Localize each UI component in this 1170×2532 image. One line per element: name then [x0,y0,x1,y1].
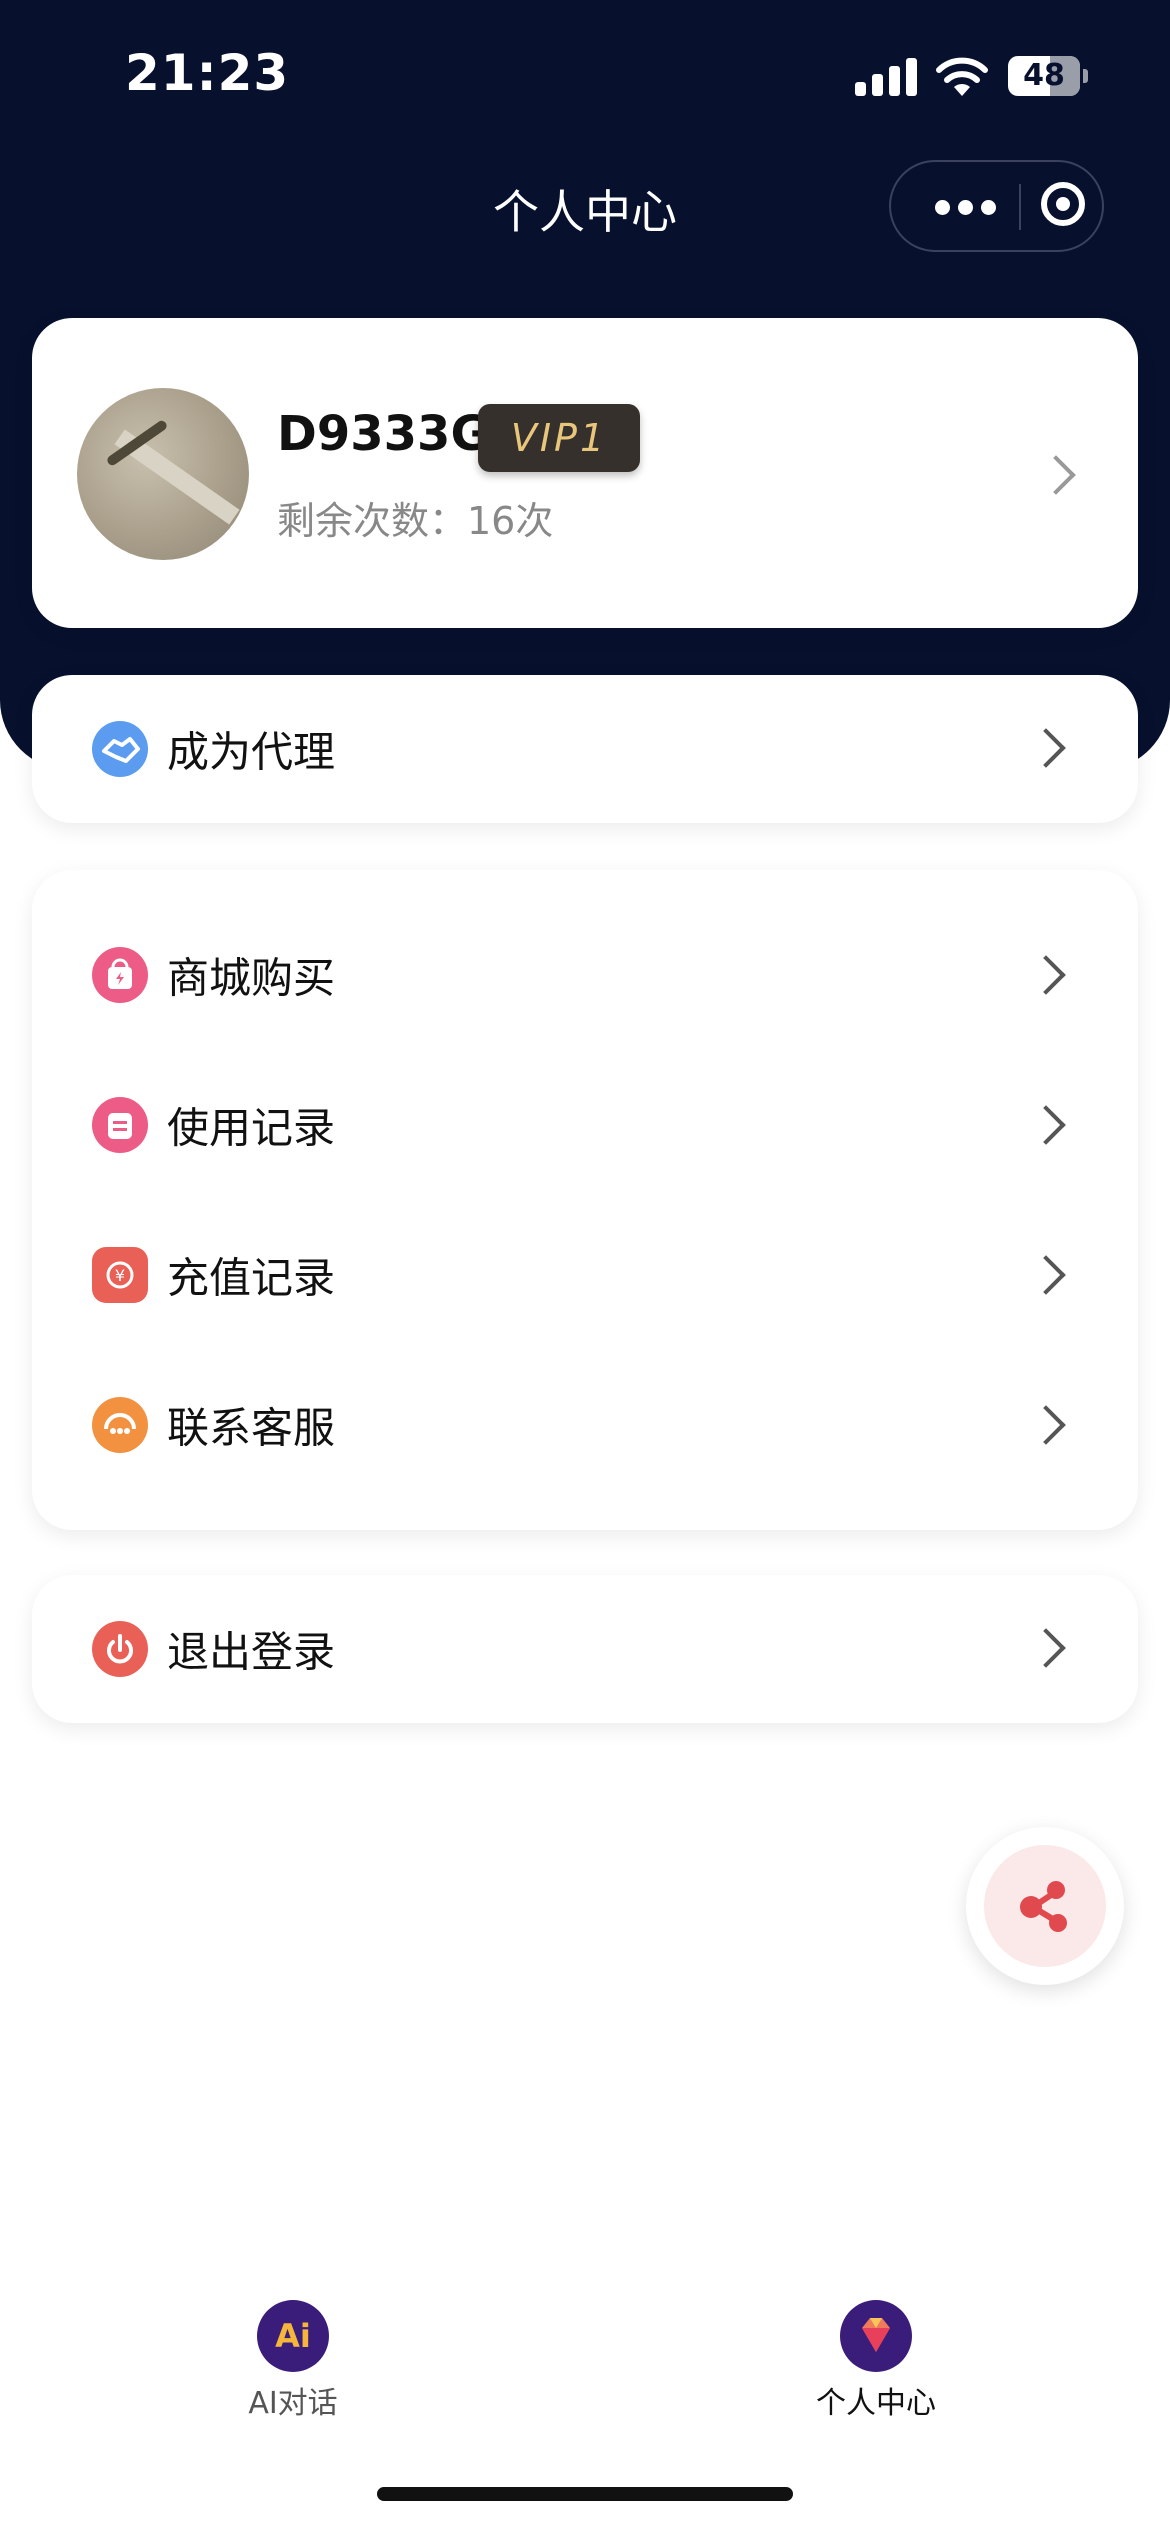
vip-badge: VIP1 [478,404,640,472]
chevron-right-icon [1026,955,1066,995]
menu-item-label: 充值记录 [167,1253,336,1303]
chevron-right-icon [1026,1628,1066,1668]
menu-card: 商城购买 使用记录 ¥ 充值记录 联系客服 [32,870,1138,1530]
yuan-refund-icon: ¥ [92,1247,148,1303]
avatar[interactable] [77,388,249,560]
svg-text:Ai: Ai [275,2317,311,2355]
status-time: 21:23 [125,44,290,102]
chevron-right-icon [1026,1255,1066,1295]
handshake-icon [92,721,148,777]
agent-card: 成为代理 [32,675,1138,823]
menu-item-label: 使用记录 [167,1103,336,1153]
profile-card[interactable]: D9333G VIP1 剩余次数：16次 [32,318,1138,628]
tab-label: AI对话 [248,2386,338,2421]
chevron-right-icon [1036,455,1076,495]
diamond-icon [840,2300,912,2372]
battery-level: 48 [1023,58,1065,93]
chevron-right-icon [1026,1405,1066,1445]
username: D9333G [277,406,490,462]
share-button[interactable] [966,1827,1124,1985]
share-icon [1020,1881,1067,1932]
miniprogram-capsule [889,160,1104,252]
menu-item-label: 联系客服 [167,1403,336,1453]
menu-item-label: 退出登录 [167,1627,336,1677]
tab-label: 个人中心 [816,2386,936,2421]
cellular-signal-icon [855,58,917,96]
menu-item-become-agent[interactable]: 成为代理 [32,675,1138,823]
menu-item-label: 商城购买 [167,953,336,1003]
chevron-right-icon [1026,728,1066,768]
tab-personal-center[interactable]: 个人中心 [766,2300,986,2422]
wifi-icon [935,54,989,98]
menu-item-recharge-record[interactable]: ¥ 充值记录 [32,1200,1138,1350]
menu-item-shop[interactable]: 商城购买 [32,900,1138,1050]
chevron-right-icon [1026,1105,1066,1145]
menu-item-customer-service[interactable]: 联系客服 [32,1350,1138,1500]
record-icon [92,1097,148,1153]
remaining-count: 剩余次数：16次 [277,499,554,543]
menu-item-label: 成为代理 [167,727,336,777]
logout-card: 退出登录 [32,1575,1138,1723]
power-icon [92,1621,148,1677]
headset-icon [92,1397,148,1453]
ai-chat-icon: Ai [257,2300,329,2372]
shopping-bag-icon [92,947,148,1003]
menu-item-logout[interactable]: 退出登录 [32,1575,1138,1723]
home-indicator [377,2487,793,2501]
menu-item-usage-record[interactable]: 使用记录 [32,1050,1138,1200]
tab-ai-chat[interactable]: Ai AI对话 [183,2300,403,2422]
svg-text:¥: ¥ [115,1266,125,1285]
close-target-icon[interactable] [1041,182,1085,226]
battery-icon: 48 [1008,56,1088,96]
more-icon[interactable] [935,200,997,216]
